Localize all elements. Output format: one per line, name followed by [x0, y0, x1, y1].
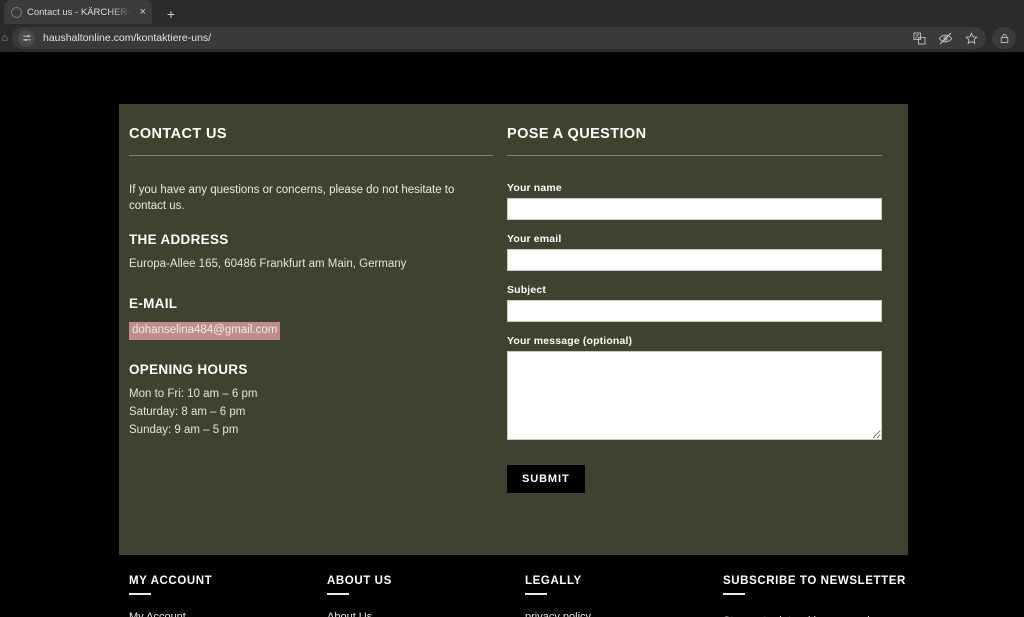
site-footer: MY ACCOUNT My Account wish list ABOUT US…: [0, 555, 1024, 617]
submit-button[interactable]: SUBMIT: [507, 465, 585, 493]
heading-divider: [507, 155, 882, 156]
email-address[interactable]: dohanselina484@gmail.com: [129, 322, 281, 341]
heading-divider: [129, 155, 493, 156]
footer-column-about-us: ABOUT US About Us Return & Exchange: [327, 575, 525, 617]
new-tab-button[interactable]: +: [162, 7, 180, 21]
footer-heading-underline: [723, 593, 745, 595]
tab-strip: Contact us - KÄRCHER-Shop × +: [0, 0, 1024, 24]
field-group-name: Your name: [507, 182, 882, 220]
address-text: Europa-Allee 165, 60486 Frankfurt am Mai…: [129, 258, 407, 271]
question-form-column: POSE A QUESTION Your name Your email Sub…: [493, 126, 882, 555]
globe-icon: [11, 6, 22, 18]
page-body: CONTACT US If you have any questions or …: [0, 52, 1024, 617]
tune-sliders-icon[interactable]: [18, 29, 35, 47]
subject-input[interactable]: [507, 300, 882, 322]
tab-title: Contact us - KÄRCHER-Shop: [27, 6, 133, 18]
your-message-textarea[interactable]: [507, 351, 882, 440]
address-bar[interactable]: haushaltonline.com/kontaktiere-uns/: [12, 27, 986, 49]
nav-back-icon[interactable]: ⌂: [0, 29, 8, 47]
field-group-subject: Subject: [507, 284, 882, 322]
opening-hours-line: Sunday: 9 am – 5 pm: [129, 423, 239, 436]
browser-tab[interactable]: Contact us - KÄRCHER-Shop ×: [4, 0, 152, 24]
contact-panel: CONTACT US If you have any questions or …: [119, 104, 908, 555]
your-email-label: Your email: [507, 233, 562, 245]
footer-link-my-account[interactable]: My Account: [129, 611, 309, 617]
footer-link-about-us[interactable]: About Us: [327, 611, 507, 617]
url-text: haushaltonline.com/kontaktiere-uns/: [43, 32, 212, 44]
field-group-message: Your message (optional): [507, 335, 882, 440]
footer-heading-underline: [129, 593, 151, 595]
footer-column-legally: LEGALLY privacy policy Shipping & Return…: [525, 575, 723, 617]
contact-info-column: CONTACT US If you have any questions or …: [129, 126, 493, 555]
bookmark-star-icon[interactable]: [962, 29, 980, 47]
footer-link-privacy-policy[interactable]: privacy policy: [525, 611, 705, 617]
contact-intro-text: If you have any questions or concerns, p…: [129, 184, 455, 213]
footer-heading-underline: [525, 593, 547, 595]
opening-hours-line: Saturday: 8 am – 6 pm: [129, 406, 246, 419]
field-group-email: Your email: [507, 233, 882, 271]
pose-a-question-heading: POSE A QUESTION: [507, 126, 647, 142]
translate-icon[interactable]: [910, 29, 928, 47]
eye-slash-icon[interactable]: [936, 29, 954, 47]
close-icon[interactable]: ×: [138, 6, 148, 18]
footer-heading-underline: [327, 593, 349, 595]
footer-heading: MY ACCOUNT: [129, 575, 213, 587]
footer-heading: SUBSCRIBE TO NEWSLETTER: [723, 575, 906, 587]
opening-hours-line: Mon to Fri: 10 am – 6 pm: [129, 388, 258, 401]
your-name-input[interactable]: [507, 198, 882, 220]
address-heading: THE ADDRESS: [129, 232, 229, 248]
contact-us-heading: CONTACT US: [129, 126, 227, 142]
email-heading: E-MAIL: [129, 296, 178, 311]
your-name-label: Your name: [507, 182, 562, 194]
browser-toolbar: ⌂ haushaltonline.com/kontaktiere-uns/: [0, 24, 1024, 52]
your-message-label: Your message (optional): [507, 335, 633, 347]
footer-column-my-account: MY ACCOUNT My Account wish list: [129, 575, 327, 617]
footer-column-newsletter: SUBSCRIBE TO NEWSLETTER Stay up to date …: [723, 575, 933, 617]
browser-chrome: Contact us - KÄRCHER-Shop × + ⌂ haushalt…: [0, 0, 1024, 52]
subject-label: Subject: [507, 284, 546, 296]
newsletter-description: Stay up to date with news and promotions…: [723, 611, 915, 617]
profile-lock-icon[interactable]: [992, 27, 1016, 49]
footer-heading: LEGALLY: [525, 575, 582, 587]
footer-heading: ABOUT US: [327, 575, 392, 587]
your-email-input[interactable]: [507, 249, 882, 271]
opening-hours-heading: OPENING HOURS: [129, 362, 248, 378]
